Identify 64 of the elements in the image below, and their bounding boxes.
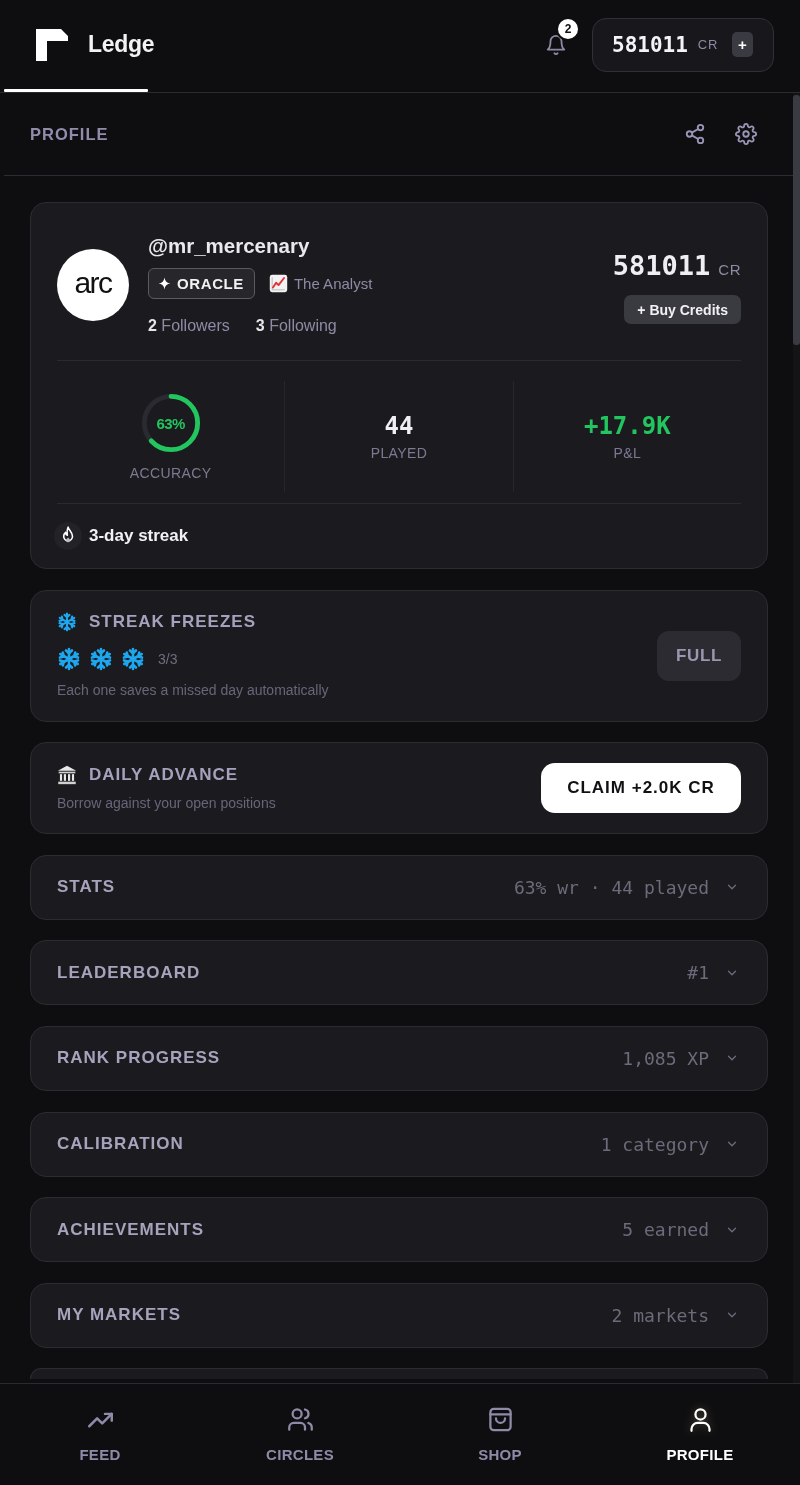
card-title: DAILY ADVANCE [89,764,239,785]
section-summary: 1,085 XP [622,1047,709,1069]
accordion-row[interactable]: CALIBRATION 1 category [30,1111,768,1177]
notification-count: 2 [558,18,578,39]
section-title: CALIBRATION [57,1134,184,1155]
stat-value: 44 [384,412,414,440]
sparkle-icon [158,277,171,290]
full-button[interactable]: FULL [657,630,741,681]
claim-button[interactable]: CLAIM +2.0K CR [541,763,741,814]
credits-amount: 581011 [612,32,688,57]
stat-label: ACCURACY [129,465,212,481]
credits-unit: CR [697,37,719,52]
stat-value: 63% [156,414,185,432]
section-title: MY MARKETS [57,1305,181,1326]
badge-label: ORACLE [177,275,244,292]
add-credits-button[interactable]: + [732,32,753,57]
section-summary: #1 [687,962,709,984]
accordion-row[interactable]: ACHIEVEMENTS 5 earned [30,1197,768,1263]
bank-icon [57,764,77,785]
scrollbar-track[interactable] [793,93,800,1383]
accordion-row[interactable]: RANK PROGRESS 1,085 XP [30,1025,768,1091]
nav-tab[interactable]: SHOP [400,1406,600,1464]
section-title: ACHIEVEMENTS [57,1219,205,1240]
accordion-row[interactable]: LEADERBOARD #1 [30,940,768,1006]
section-summary: 2 markets [611,1304,709,1326]
chart-icon [268,274,288,293]
card-hint: Each one saves a missed day automatically [57,681,329,700]
freeze-count: 3/3 [158,651,178,668]
section-title: RANK PROGRESS [57,1048,221,1069]
avatar-logo: arc [57,249,129,321]
section-summary: 1 category [600,1133,709,1155]
snowflake-icon [57,612,77,633]
scrollbar-thumb[interactable] [793,95,800,345]
share-icon[interactable] [684,123,706,145]
bell-icon[interactable] [545,32,567,57]
accordion-row[interactable]: MY MARKETS 2 markets [30,1282,768,1348]
stat-value: +17.9K [583,412,671,440]
nav-tab[interactable]: CIRCLES [200,1406,400,1464]
stat-label: PLAYED [370,445,428,461]
section-title: STATS [57,877,116,898]
buy-credits-button[interactable]: + Buy Credits [624,295,741,324]
username[interactable]: @mr_mercenary [148,234,310,258]
accordion-row[interactable]: STATS 63% wr · 44 played [30,854,768,920]
user-title: The Analyst [293,275,373,292]
section-title: LEADERBOARD [57,962,201,983]
nav-tab[interactable]: FEED [0,1406,200,1464]
nav-tab[interactable]: PROFILE [600,1406,800,1464]
page-title: PROFILE [30,124,109,144]
following-link[interactable]: 3 Following [255,315,337,337]
balance-unit: CR [718,261,741,278]
flame-icon [54,522,82,550]
balance-amount: 581011 [612,251,711,281]
card-title: STREAK FREEZES [89,612,257,633]
stat-label: P&L [613,445,642,461]
app-name[interactable]: Ledge [88,31,155,58]
followers-link[interactable]: 2 Followers [148,315,230,337]
card-subtitle: Borrow against your open positions [57,793,276,812]
bag-icon [486,1406,514,1433]
streak-text: 3-day streak [89,526,189,546]
logo-icon[interactable] [36,28,68,61]
settings-icon[interactable] [735,123,757,145]
people-icon [286,1406,314,1433]
section-summary: 63% wr · 44 played [513,876,709,898]
section-summary: 5 earned [622,1219,709,1241]
